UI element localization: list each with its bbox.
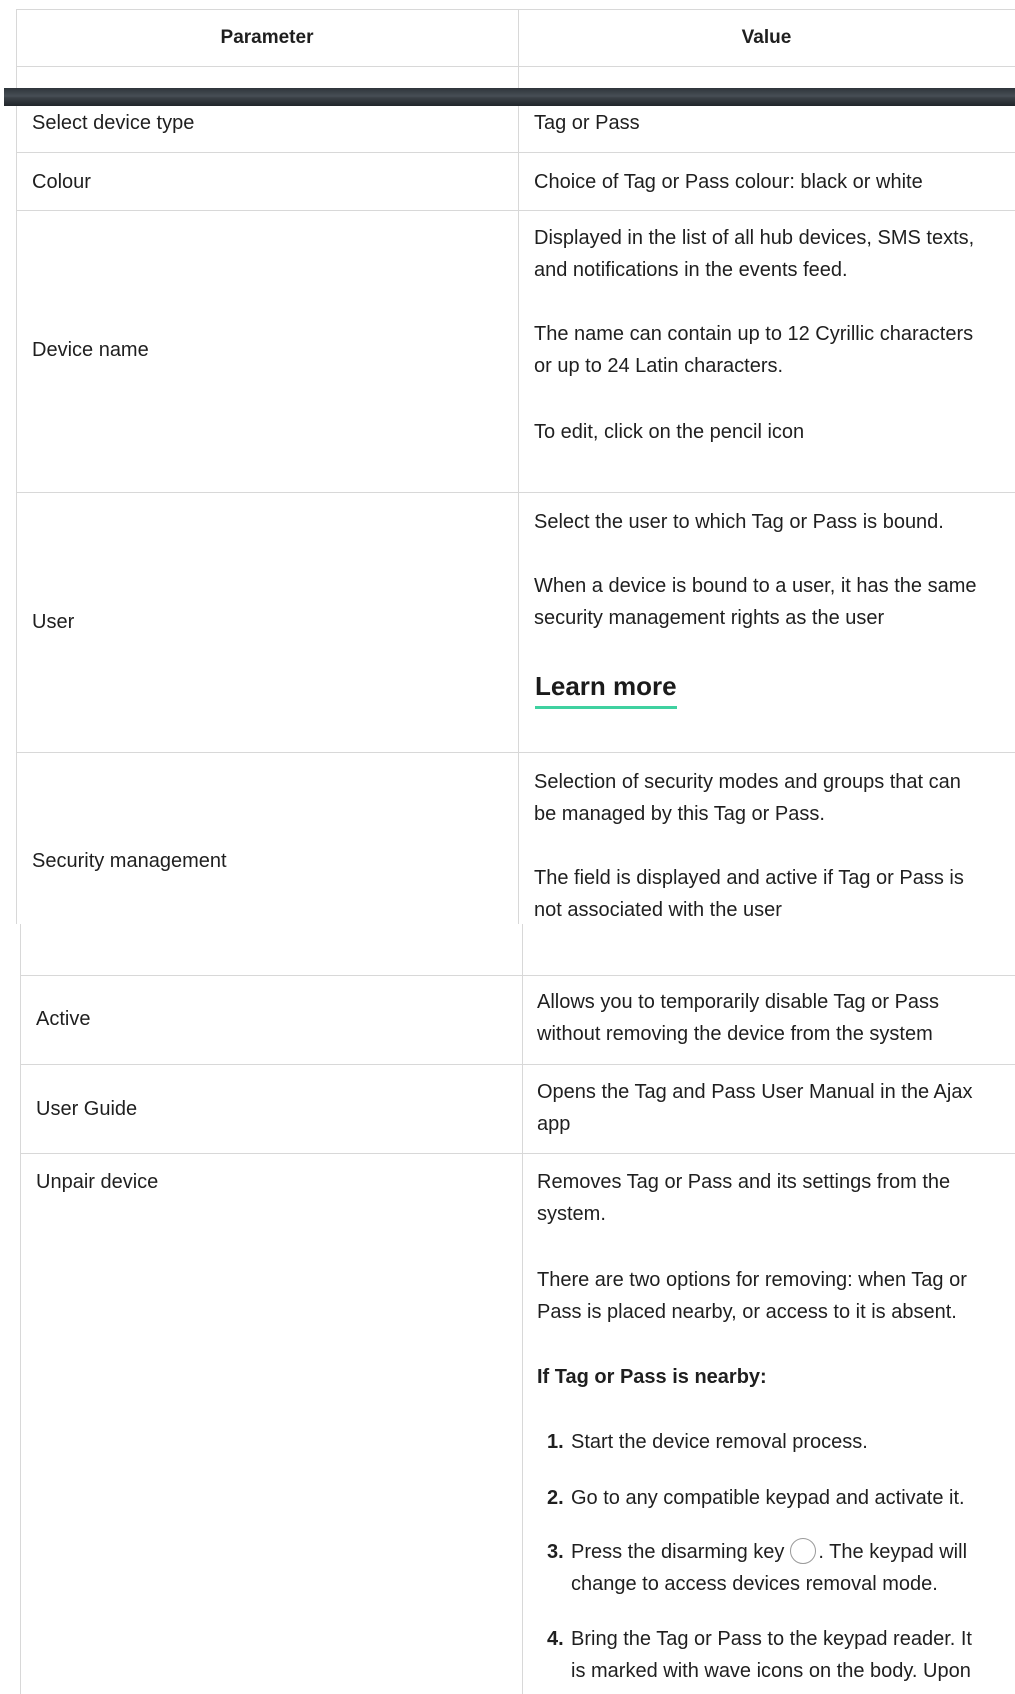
step-text: is marked with wave icons on the body. U… <box>571 1660 971 1682</box>
row-divider <box>20 975 1015 976</box>
value-security-management-line: Selection of security modes and groups t… <box>534 771 961 793</box>
step-text: Bring the Tag or Pass to the keypad read… <box>571 1628 972 1650</box>
value-security-management-line: The field is displayed and active if Tag… <box>534 867 964 889</box>
value-device-name-line: Displayed in the list of all hub devices… <box>534 227 975 249</box>
body-column-divider <box>518 106 519 924</box>
step-text-pre: Press the disarming key <box>571 1541 785 1563</box>
step-number: 1. <box>547 1431 564 1453</box>
value-colour: Choice of Tag or Pass colour: black or w… <box>534 171 923 193</box>
param-unpair-device: Unpair device <box>36 1171 159 1193</box>
column-header-value: Value <box>741 27 792 48</box>
param-security-management: Security management <box>32 850 227 872</box>
param-colour: Colour <box>32 171 91 193</box>
step-text: Go to any compatible keypad and activate… <box>571 1487 965 1509</box>
learn-more-link[interactable]: Learn more <box>535 666 677 709</box>
lower-column-divider <box>522 924 523 1694</box>
row-divider <box>16 492 1015 493</box>
param-active: Active <box>36 1008 91 1030</box>
param-user: User <box>32 611 75 633</box>
value-unpair-line: system. <box>537 1203 606 1225</box>
value-device-name-line: and notifications in the events feed. <box>534 259 848 281</box>
value-active-line: without removing the device from the sys… <box>537 1023 933 1045</box>
value-select-device-type: Tag or Pass <box>534 112 640 134</box>
header-bottom-border <box>16 66 1015 67</box>
step-text: change to access devices removal mode. <box>571 1573 938 1595</box>
value-user-line: When a device is bound to a user, it has… <box>534 575 977 597</box>
step-number: 2. <box>547 1487 564 1509</box>
row-divider <box>16 210 1015 211</box>
step-text: Press the disarming key . The keypad will <box>571 1536 967 1568</box>
value-user-line: Select the user to which Tag or Pass is … <box>534 511 944 533</box>
value-security-management-line: not associated with the user <box>534 899 782 921</box>
lower-left-border <box>20 924 21 1694</box>
value-security-management-line: be managed by this Tag or Pass. <box>534 803 825 825</box>
row-divider <box>16 752 1015 753</box>
sticky-header-shadow-bar <box>4 88 1015 106</box>
column-header-parameter: Parameter <box>220 27 314 48</box>
table-top-border <box>16 9 1015 10</box>
value-user-guide-line: Opens the Tag and Pass User Manual in th… <box>537 1081 973 1103</box>
step-text-post: . The keypad will <box>818 1541 968 1563</box>
step-text: Start the device removal process. <box>571 1431 868 1453</box>
value-unpair-line: Removes Tag or Pass and its settings fro… <box>537 1171 951 1193</box>
nearby-heading: If Tag or Pass is nearby: <box>537 1366 767 1388</box>
value-unpair-line: There are two options for removing: when… <box>537 1269 967 1291</box>
row-divider <box>20 1153 1015 1154</box>
step-number: 4. <box>547 1628 564 1650</box>
value-unpair-line: Pass is placed nearby, or access to it i… <box>537 1301 957 1323</box>
step-number: 3. <box>547 1541 564 1563</box>
value-user-guide-line: app <box>537 1113 571 1135</box>
param-select-device-type: Select device type <box>32 112 195 134</box>
row-divider <box>20 1064 1015 1065</box>
value-device-name-line: or up to 24 Latin characters. <box>534 355 784 377</box>
param-user-guide: User Guide <box>36 1098 138 1120</box>
body-left-border <box>16 106 17 924</box>
value-device-name-line: To edit, click on the pencil icon <box>534 421 805 443</box>
disarm-key-icon <box>790 1538 817 1564</box>
value-user-line: security management rights as the user <box>534 607 885 629</box>
row-divider <box>16 152 1015 153</box>
value-active-line: Allows you to temporarily disable Tag or… <box>537 991 940 1013</box>
param-device-name: Device name <box>32 339 149 361</box>
value-device-name-line: The name can contain up to 12 Cyrillic c… <box>534 323 974 345</box>
